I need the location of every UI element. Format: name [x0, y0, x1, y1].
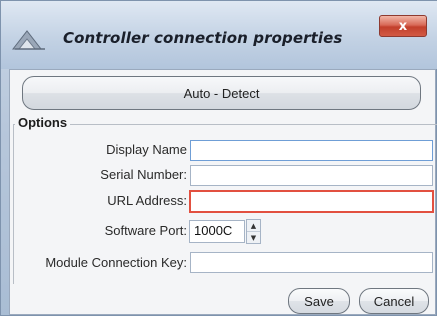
module-key-label-wrap: Module Connection Key:: [11, 255, 187, 273]
module-key-field[interactable]: [190, 252, 433, 273]
software-port-spinner: ▲ ▼: [246, 219, 261, 244]
software-port-label: Software Port:: [104, 223, 187, 238]
close-button[interactable]: x: [379, 15, 427, 37]
app-logo-icon: [11, 29, 47, 51]
url-address-label: URL Address:: [107, 193, 187, 208]
spin-up-button[interactable]: ▲: [247, 220, 260, 232]
display-name-label: Display Name: [106, 142, 187, 157]
software-port-label-wrap: Software Port:: [11, 223, 187, 241]
dialog-title: Controller connection properties: [63, 29, 343, 47]
title-bar[interactable]: Controller connection properties x: [1, 1, 437, 69]
serial-number-label: Serial Number:: [100, 167, 187, 182]
save-button[interactable]: Save: [288, 288, 350, 314]
module-key-label: Module Connection Key:: [45, 255, 187, 270]
serial-number-field[interactable]: [190, 165, 433, 186]
options-group-label: Options: [15, 115, 71, 130]
triangle-up-icon: ▲: [250, 221, 257, 230]
close-icon: x: [398, 18, 408, 34]
spin-down-button[interactable]: ▼: [247, 232, 260, 243]
software-port-field[interactable]: 1000C: [189, 220, 245, 243]
auto-detect-button[interactable]: Auto - Detect: [22, 76, 421, 110]
url-address-field[interactable]: [189, 190, 434, 213]
url-address-label-wrap: URL Address:: [11, 193, 187, 211]
cancel-button[interactable]: Cancel: [359, 288, 429, 314]
serial-number-label-wrap: Serial Number:: [11, 167, 187, 185]
dialog-window: Controller connection properties x Auto …: [0, 0, 437, 316]
display-name-label-wrap: Display Name: [11, 142, 187, 160]
display-name-field[interactable]: [190, 140, 433, 161]
triangle-down-icon: ▼: [250, 233, 257, 242]
